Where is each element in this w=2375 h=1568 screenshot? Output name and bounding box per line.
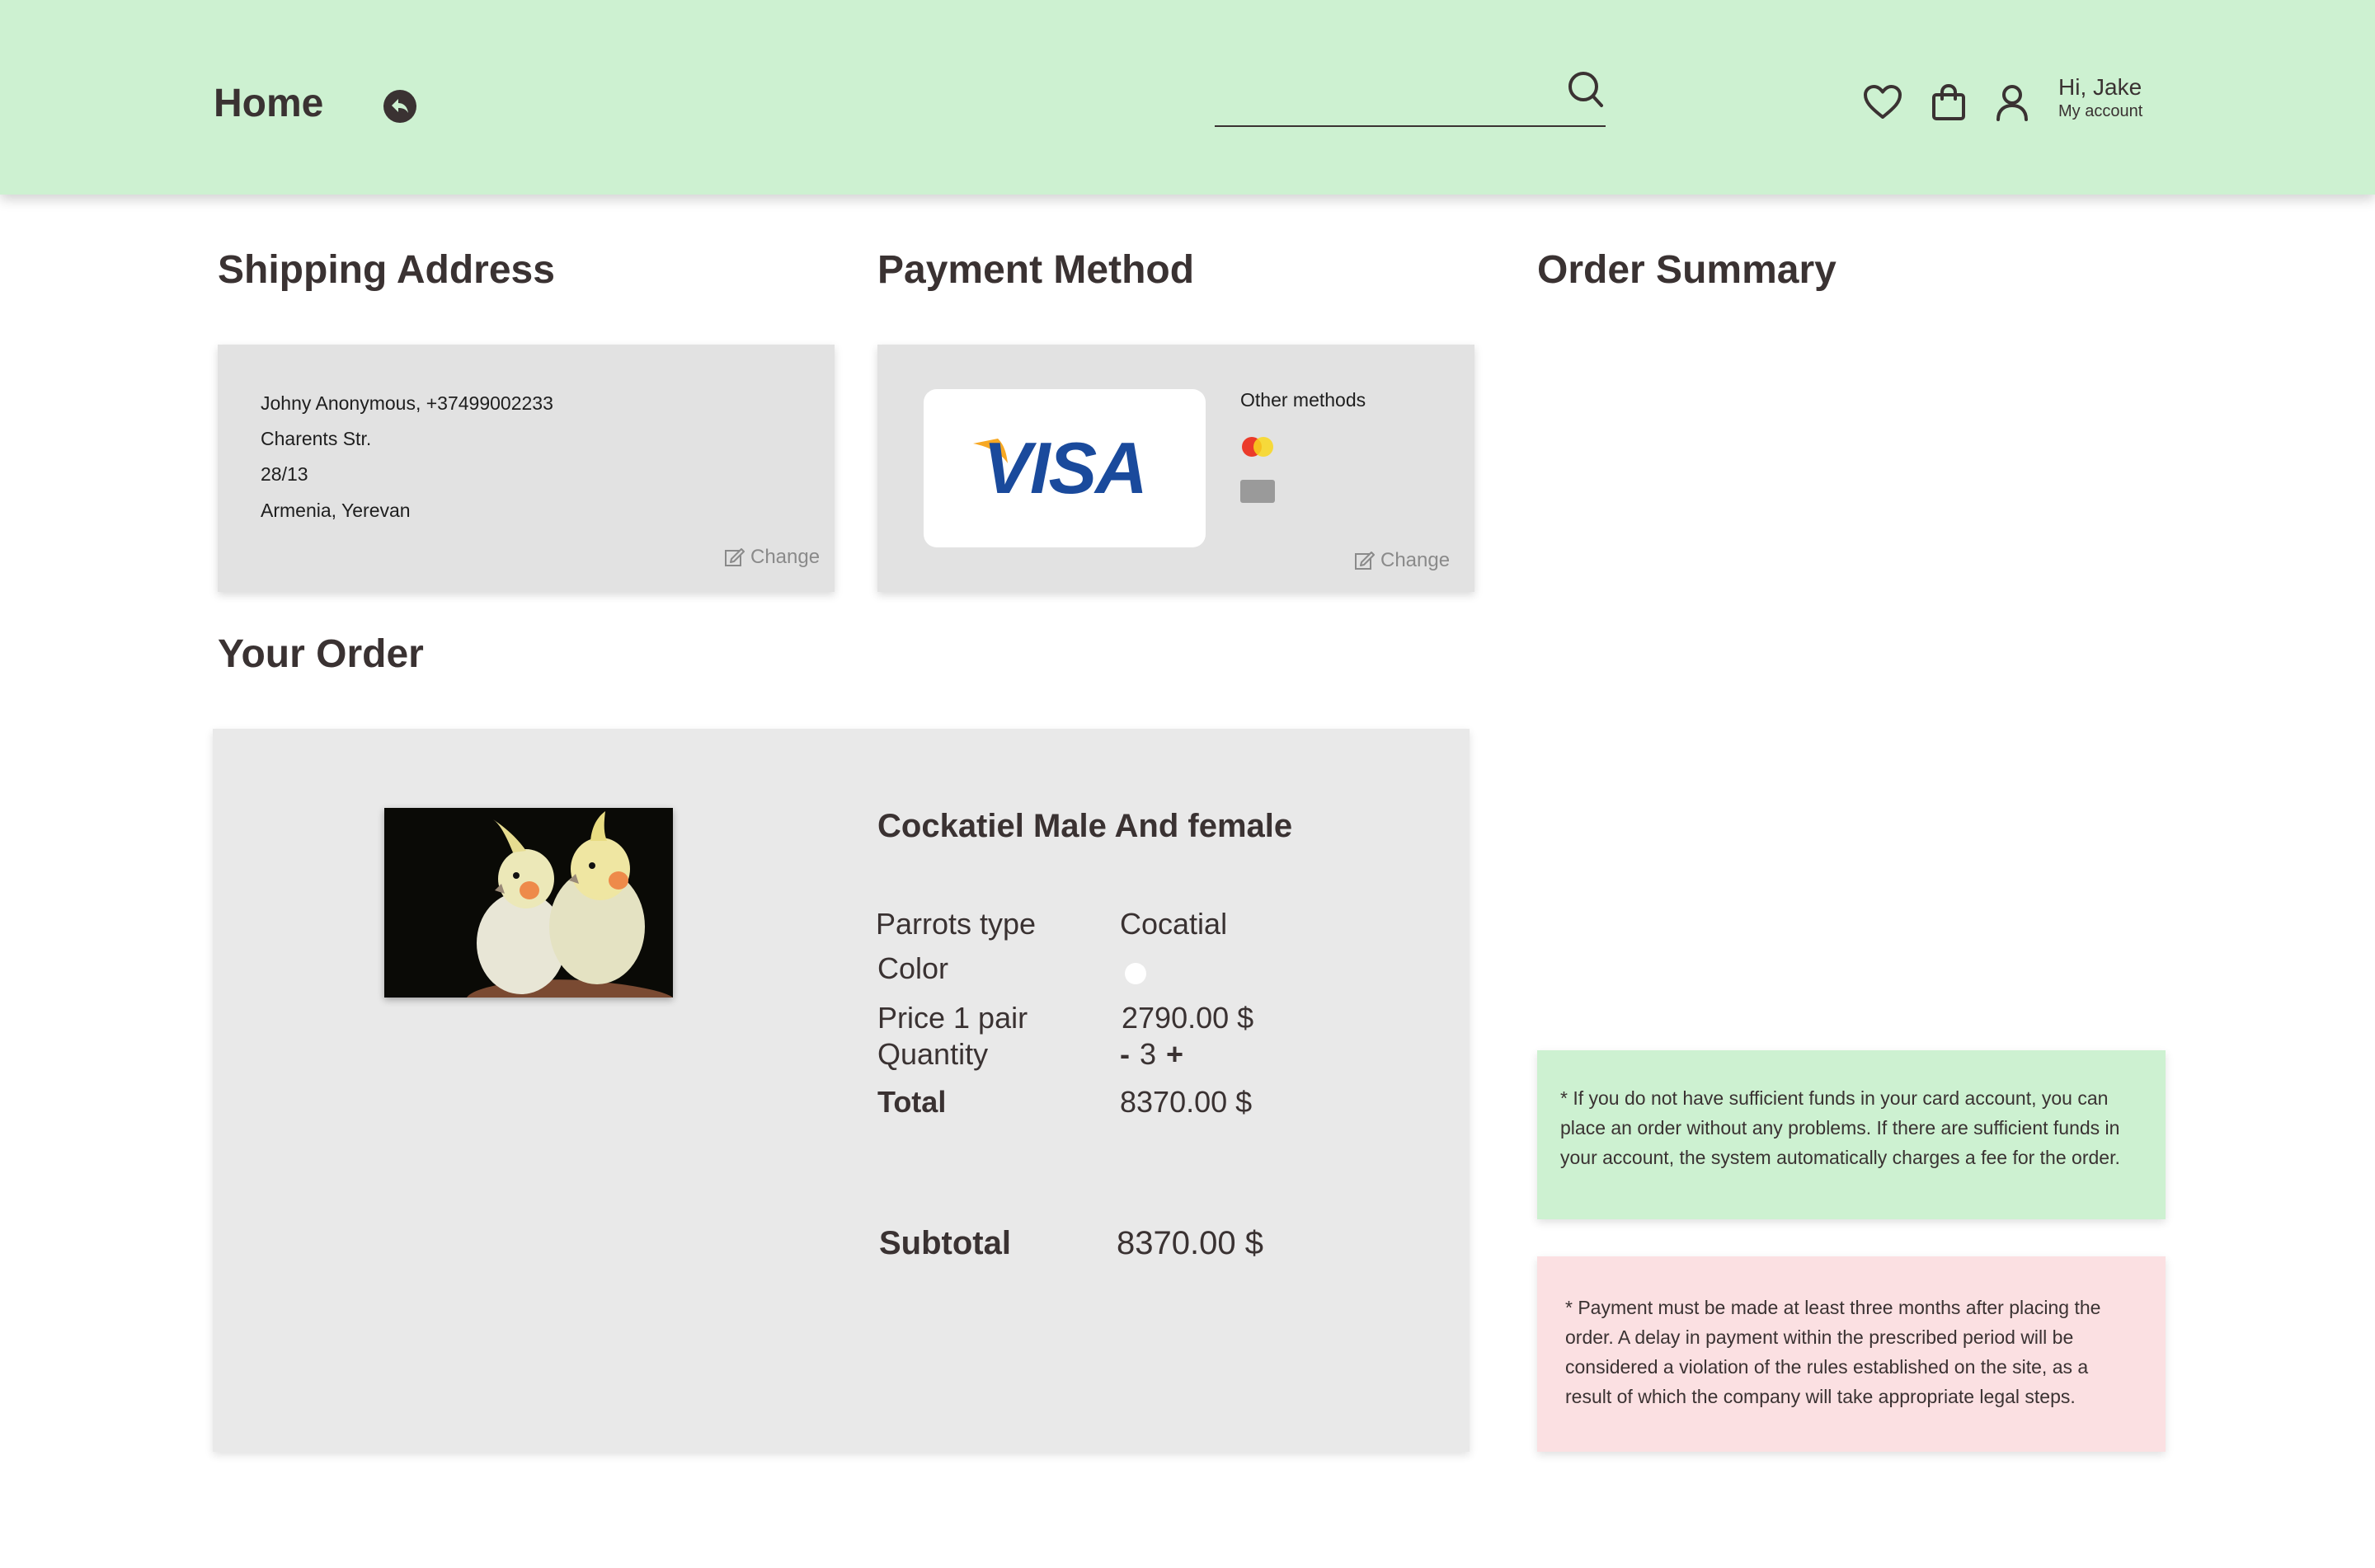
price-value: 2790.00 $ (1122, 1001, 1254, 1035)
heart-icon[interactable] (1863, 82, 1902, 122)
shopping-bag-icon[interactable] (1929, 82, 1968, 122)
subtotal-value: 8370.00 $ (1117, 1225, 1263, 1261)
search-input[interactable] (1215, 77, 1545, 124)
quantity-value: 3 (1140, 1037, 1157, 1071)
address-line-name: Johny Anonymous, +37499002233 (261, 392, 553, 414)
color-label: Color (877, 951, 949, 985)
product-name[interactable]: Cockatiel Male And female (877, 808, 1292, 845)
change-address-button[interactable]: Change (724, 546, 820, 569)
mastercard-icon[interactable] (1240, 435, 1282, 460)
your-order-title: Your Order (218, 632, 424, 676)
back-arrow-icon (392, 99, 408, 113)
payment-method-title: Payment Method (877, 248, 1195, 292)
top-header: Home Hi, Jake My account (0, 0, 2375, 195)
payment-warning-note: * Payment must be made at least three mo… (1537, 1256, 2166, 1452)
total-label: Total (877, 1085, 947, 1119)
search-icon[interactable] (1568, 71, 1604, 109)
shipping-address-title: Shipping Address (218, 248, 555, 292)
price-label: Price 1 pair (877, 1001, 1028, 1035)
visa-logo: VISA (983, 427, 1147, 509)
color-swatch (1125, 963, 1146, 984)
address-line-street: Charents Str. (261, 428, 372, 449)
product-image[interactable] (384, 808, 673, 998)
other-methods-label: Other methods (1240, 389, 1366, 411)
bank-card-icon[interactable] (1240, 480, 1275, 503)
page-title[interactable]: Home (214, 81, 323, 126)
quantity-decrease-button[interactable]: - (1120, 1037, 1130, 1072)
parrots-type-label: Parrots type (876, 907, 1037, 941)
my-account-link[interactable]: My account (2058, 102, 2142, 121)
user-icon[interactable] (1992, 82, 2032, 122)
address-line-building: 28/13 (261, 463, 308, 485)
change-label: Change (1380, 549, 1451, 571)
shipping-address-card: Johny Anonymous, +37499002233 Charents S… (218, 345, 835, 592)
change-label: Change (750, 546, 821, 568)
payment-method-card: VISA Other methods Change (877, 345, 1474, 592)
cockatiel-pair-image (384, 808, 673, 998)
your-order-panel: Cockatiel Male And female Parrots type C… (213, 729, 1470, 1452)
total-value: 8370.00 $ (1120, 1085, 1253, 1119)
funds-info-note: * If you do not have sufficient funds in… (1537, 1050, 2166, 1219)
change-payment-button[interactable]: Change (1354, 549, 1450, 572)
greeting-text: Hi, Jake (2058, 74, 2142, 100)
back-button[interactable] (383, 90, 416, 123)
order-summary-title: Order Summary (1537, 248, 1837, 292)
quantity-stepper: - 3 + (1120, 1037, 1183, 1072)
search-bar (1215, 69, 1606, 127)
address-line-city: Armenia, Yerevan (261, 500, 411, 521)
subtotal-label: Subtotal (879, 1225, 1011, 1261)
edit-icon (725, 548, 745, 566)
visa-card-option[interactable]: VISA (924, 389, 1206, 547)
parrots-type-value: Cocatial (1120, 907, 1228, 941)
quantity-increase-button[interactable]: + (1166, 1037, 1183, 1072)
edit-icon (1355, 552, 1375, 570)
quantity-label: Quantity (877, 1037, 989, 1071)
